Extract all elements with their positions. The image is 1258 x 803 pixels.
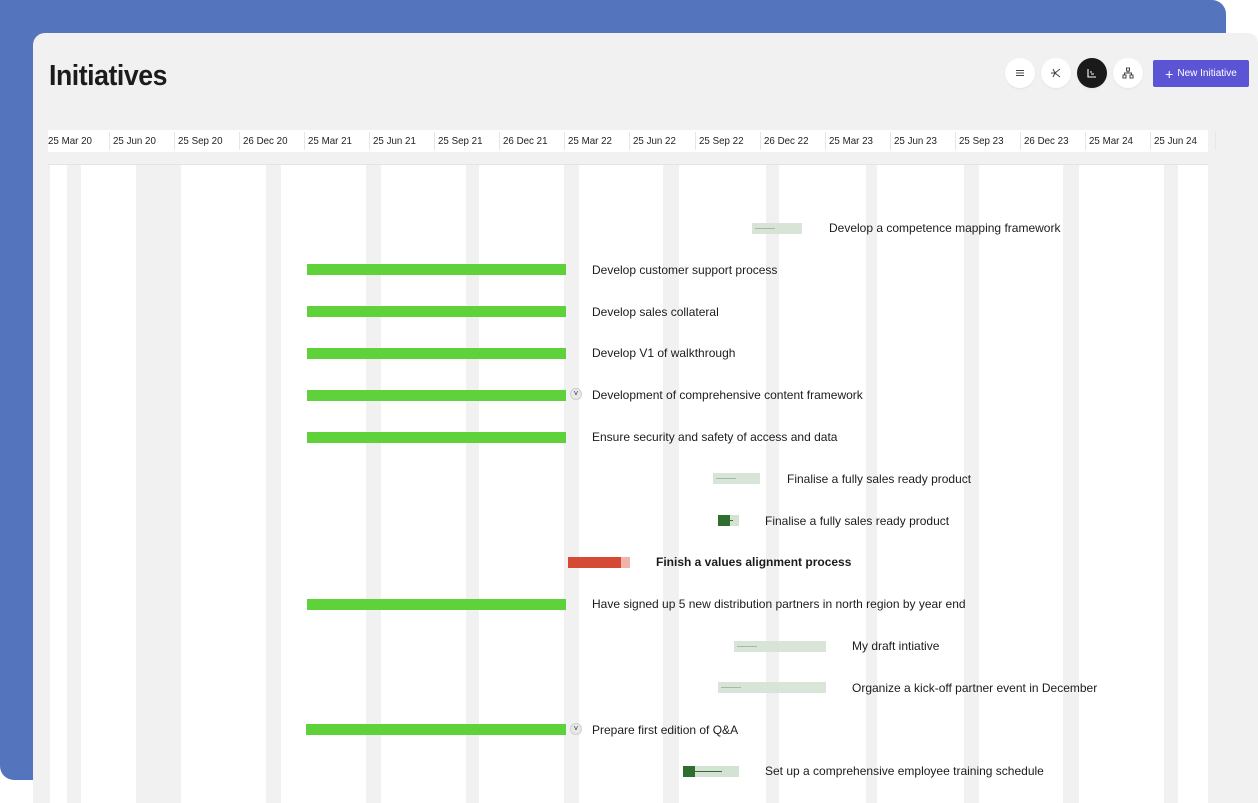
timeline-tick-label: 26 Dec 23: [1023, 135, 1069, 147]
initiative-bar[interactable]: [307, 264, 566, 276]
initiative-label[interactable]: Prepare first edition of Q&A: [592, 723, 738, 737]
timeline-tick-divider: [889, 132, 891, 150]
initiative-label[interactable]: My draft intiative: [852, 639, 939, 653]
timeline-tick-divider: [1084, 132, 1086, 150]
grid-column: [181, 130, 266, 803]
grid-column: [1178, 130, 1208, 803]
timeline-tick-label: 25 Mar 22: [568, 135, 613, 147]
timeline-tick-label: 25 Jun 23: [893, 135, 937, 147]
timeline-tick-label: 26 Dec 20: [243, 135, 288, 147]
hierarchy-view-button[interactable]: [1113, 58, 1143, 88]
timeline-tick-divider: [564, 132, 566, 150]
timeline-tick-divider: [239, 132, 241, 150]
timeline-header: 25 Mar 20 25 Jun 20 25 Sep 20 26 Dec 20 25 M…: [48, 130, 1216, 153]
progress-line: [683, 770, 723, 772]
timeline-tick-divider: [1214, 132, 1216, 150]
initiative-bar[interactable]: [718, 515, 739, 527]
timeline-tick-divider: [499, 132, 501, 150]
timeline-icon: [1087, 69, 1096, 78]
initiative-label[interactable]: Organize a kick-off partner event in Dec…: [852, 681, 1097, 695]
draft-progress-line: [721, 687, 741, 689]
timeline-tick-label: 25 Sep 23: [958, 135, 1004, 147]
timeline-tick-label: 25 Mar 20: [48, 135, 92, 147]
timeline-tick-divider: [174, 132, 176, 150]
view-switcher: [1005, 58, 1143, 88]
grid-column: [281, 130, 366, 803]
timeline-view-button[interactable]: [1077, 58, 1107, 88]
initiative-bar[interactable]: [718, 682, 826, 694]
timeline-tick-label: 26 Dec 22: [763, 135, 809, 147]
timeline-tick-divider: [824, 132, 826, 150]
draft-progress-line: [755, 227, 775, 229]
initiative-bar[interactable]: [307, 389, 566, 401]
timeline-tick-label: 25 Sep 21: [438, 135, 483, 147]
initiative-bar[interactable]: [306, 724, 566, 736]
timeline-tick-divider: [369, 132, 371, 150]
initiative-label[interactable]: Develop a competence mapping framework: [829, 221, 1060, 235]
new-initiative-label: New Initiative: [1177, 68, 1237, 79]
initiative-bar[interactable]: [307, 431, 566, 443]
initiative-label[interactable]: Development of comprehensive content fra…: [592, 388, 863, 402]
initiative-label[interactable]: Set up a comprehensive employee training…: [765, 764, 1044, 778]
page-title: Initiatives: [49, 60, 168, 92]
timeline-tick-divider: [629, 132, 631, 150]
initiative-label[interactable]: Develop sales collateral: [592, 305, 719, 319]
hierarchy-icon: [1122, 67, 1134, 79]
timeline-tick-divider: [109, 132, 111, 150]
initiative-label[interactable]: Have signed up 5 new distribution partne…: [592, 597, 966, 611]
timeline-tick-divider: [304, 132, 306, 150]
timeline-tick-label: 25 Jun 21: [373, 135, 417, 147]
app-window: Initiatives + New Initiative 25 Mar 20 25…: [33, 33, 1258, 803]
grid-column: [81, 130, 136, 803]
initiative-bar[interactable]: [713, 473, 760, 485]
initiative-bar[interactable]: [734, 640, 826, 652]
initiative-bar[interactable]: [307, 306, 566, 318]
list-icon: [1016, 69, 1024, 77]
timeline-tick-divider: [954, 132, 956, 150]
initiative-bar[interactable]: [307, 598, 566, 610]
list-view-button[interactable]: [1005, 58, 1035, 88]
draft-progress-line: [737, 645, 757, 647]
grid-column: [50, 130, 67, 803]
initiative-label[interactable]: Finalise a fully sales ready product: [765, 514, 949, 528]
timeline-tick-label: 25 Mar 21: [308, 135, 353, 147]
initiative-bar[interactable]: [568, 556, 630, 568]
progress-line: [718, 520, 733, 522]
network-view-button[interactable]: [1041, 58, 1071, 88]
draft-progress-line: [716, 478, 736, 480]
timeline-subheader: [48, 152, 1208, 165]
initiative-bar[interactable]: [683, 765, 739, 777]
initiative-label[interactable]: Finalise a fully sales ready product: [787, 472, 971, 486]
initiative-label[interactable]: Finish a values alignment process: [656, 555, 851, 569]
plus-icon: +: [1165, 65, 1174, 82]
initiative-bar[interactable]: [307, 347, 566, 359]
new-initiative-button[interactable]: + New Initiative: [1153, 60, 1249, 87]
grid-column: [479, 130, 564, 803]
initiative-label[interactable]: Develop customer support process: [592, 263, 777, 277]
timeline-tick-divider: [434, 132, 436, 150]
timeline-tick-divider: [1019, 132, 1021, 150]
timeline-tick-label: 25 Jun 24: [1153, 135, 1197, 147]
timeline-tick-label: 25 Jun 22: [633, 135, 677, 147]
timeline-tick-label: 25 Jun 20: [113, 135, 156, 147]
initiative-label[interactable]: Develop V1 of walkthrough: [592, 346, 735, 360]
initiative-bar[interactable]: [752, 222, 802, 234]
timeline-chart: 25 Mar 20 25 Jun 20 25 Sep 20 26 Dec 20 25 M…: [48, 130, 1258, 803]
timeline-tick-label: 25 Mar 24: [1088, 135, 1133, 147]
progress-fill: [568, 556, 621, 568]
timeline-tick-label: 25 Mar 23: [828, 135, 873, 147]
timeline-tick-divider: [1149, 132, 1151, 150]
timeline-tick-label: 26 Dec 21: [503, 135, 548, 147]
grid-column: [381, 130, 466, 803]
timeline-tick-label: 25 Sep 20: [178, 135, 223, 147]
grid-column: [579, 130, 663, 803]
timeline-tick-label: 25 Sep 22: [698, 135, 744, 147]
chevron-down-icon[interactable]: ˅: [570, 722, 582, 735]
initiative-label[interactable]: Ensure security and safety of access and…: [592, 430, 837, 444]
grid-column: [1079, 130, 1164, 803]
timeline-tick-divider: [759, 132, 761, 150]
timeline-tick-divider: [694, 132, 696, 150]
network-icon: [1051, 68, 1061, 78]
